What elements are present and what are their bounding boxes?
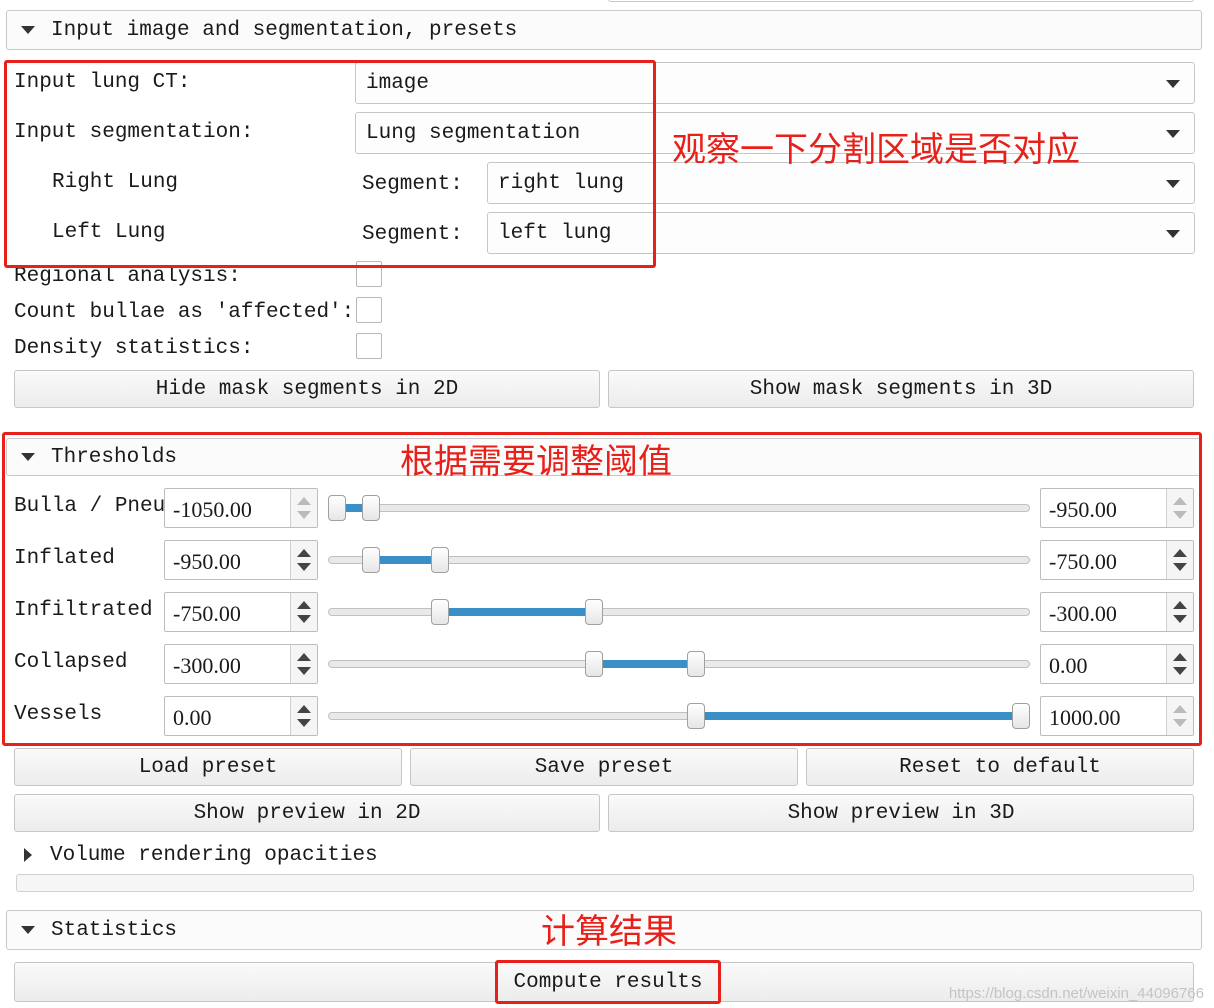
show-preview-2d-button[interactable]: Show preview in 2D xyxy=(14,794,600,832)
save-preset-button[interactable]: Save preset xyxy=(410,748,798,786)
volume-rendering-header[interactable]: Volume rendering opacities xyxy=(20,840,378,870)
volume-rendering-panel xyxy=(16,874,1194,892)
load-preset-button[interactable]: Load preset xyxy=(14,748,402,786)
compute-highlight-box xyxy=(495,960,721,1004)
show-preview-3d-button[interactable]: Show preview in 3D xyxy=(608,794,1194,832)
top-widget-edge xyxy=(608,0,1194,2)
compute-annotation: 计算结果 xyxy=(541,912,677,952)
count-bullae-label: Count bullae as 'affected': xyxy=(14,301,355,324)
show-mask-3d-button[interactable]: Show mask segments in 3D xyxy=(608,370,1194,408)
dropdown-arrow-icon xyxy=(1166,230,1180,238)
expand-arrow-icon xyxy=(24,848,32,862)
reset-default-button[interactable]: Reset to default xyxy=(806,748,1194,786)
collapse-arrow-icon xyxy=(21,926,35,934)
density-statistics-checkbox[interactable] xyxy=(356,333,382,359)
statistics-title: Statistics xyxy=(51,918,178,942)
hide-mask-2d-button[interactable]: Hide mask segments in 2D xyxy=(14,370,600,408)
density-statistics-label: Density statistics: xyxy=(14,337,254,360)
input-section-title: Input image and segmentation, presets xyxy=(51,18,518,42)
dropdown-arrow-icon xyxy=(1166,80,1180,88)
collapse-arrow-icon xyxy=(21,26,35,34)
input-section-header[interactable]: Input image and segmentation, presets xyxy=(6,10,1202,50)
segmentation-annotation: 观察一下分割区域是否对应 xyxy=(672,130,1080,170)
dropdown-arrow-icon xyxy=(1166,130,1180,138)
thresholds-annotation: 根据需要调整阈值 xyxy=(400,442,672,482)
dropdown-arrow-icon xyxy=(1166,180,1180,188)
count-bullae-checkbox[interactable] xyxy=(356,297,382,323)
volume-rendering-title: Volume rendering opacities xyxy=(50,843,378,867)
watermark: https://blog.csdn.net/weixin_44096766 xyxy=(948,985,1204,1002)
segmentation-highlight-box xyxy=(4,60,656,268)
